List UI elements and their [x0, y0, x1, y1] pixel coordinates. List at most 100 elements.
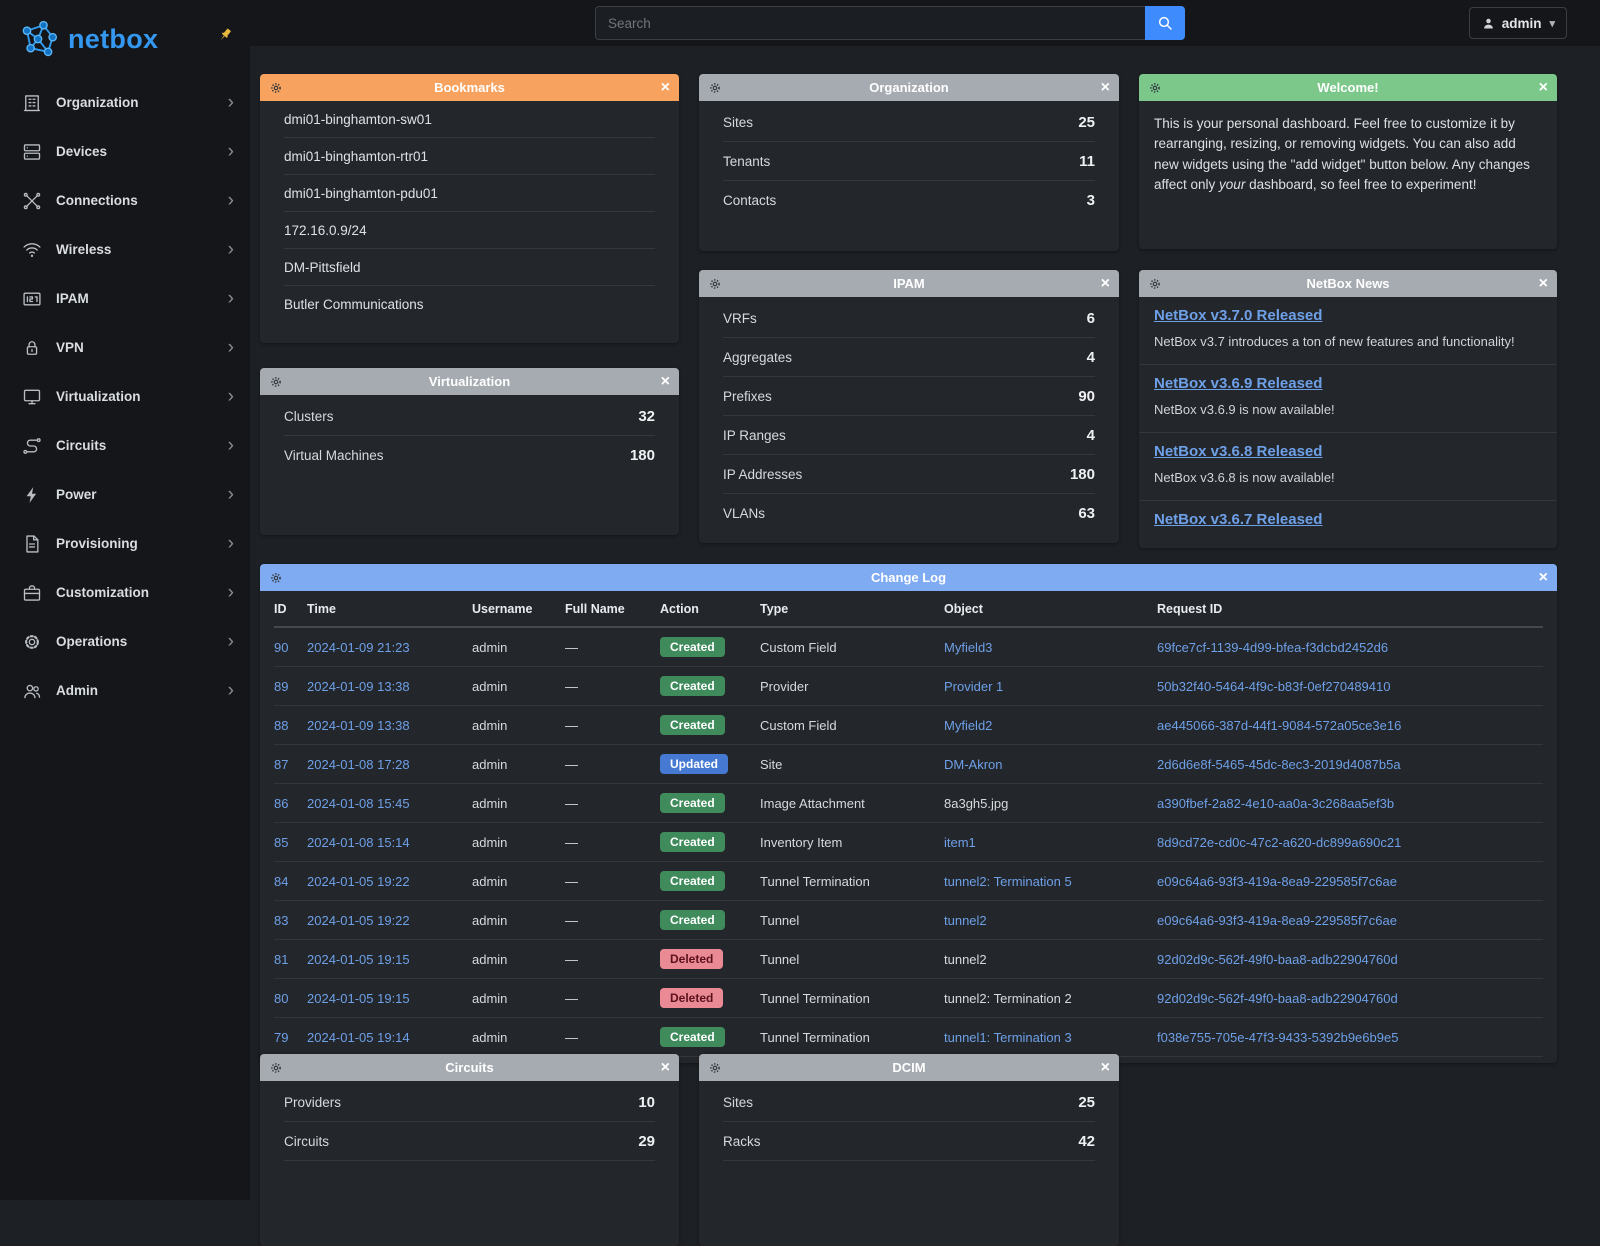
- sidebar-item-connections[interactable]: Connections ›: [0, 176, 250, 225]
- stat-value[interactable]: 25: [1078, 1094, 1095, 1111]
- stat-value[interactable]: 6: [1087, 310, 1095, 327]
- widget-close-icon[interactable]: ×: [1092, 80, 1110, 96]
- stat-value[interactable]: 29: [638, 1133, 655, 1150]
- changelog-request-id-link[interactable]: 92d02d9c-562f-49f0-baa8-adb22904760d: [1157, 952, 1398, 967]
- changelog-id-link[interactable]: 88: [274, 718, 288, 733]
- changelog-object-link[interactable]: tunnel1: Termination 3: [944, 1030, 1072, 1045]
- stat-value[interactable]: 32: [638, 408, 655, 425]
- widget-close-icon[interactable]: ×: [1530, 276, 1548, 292]
- widget-config-icon[interactable]: [269, 375, 287, 389]
- changelog-request-id-link[interactable]: 2d6d6e8f-5465-45dc-8ec3-2019d4087b5a: [1157, 757, 1401, 772]
- stat-value[interactable]: 4: [1087, 349, 1095, 366]
- stat-value[interactable]: 3: [1087, 192, 1095, 209]
- sidebar-pin-icon[interactable]: [216, 26, 234, 44]
- changelog-request-id-link[interactable]: f038e755-705e-47f3-9433-5392b9e6b9e5: [1157, 1030, 1398, 1045]
- stat-value[interactable]: 63: [1078, 505, 1095, 522]
- news-link[interactable]: NetBox v3.6.9 Released: [1154, 375, 1322, 392]
- changelog-object-link[interactable]: tunnel2: [944, 913, 987, 928]
- bookmark-link[interactable]: Butler Communications: [284, 297, 424, 312]
- stat-value[interactable]: 180: [1070, 466, 1095, 483]
- user-menu-button[interactable]: admin ▾: [1469, 7, 1567, 39]
- changelog-request-id-link[interactable]: e09c64a6-93f3-419a-8ea9-229585f7c6ae: [1157, 913, 1397, 928]
- bookmark-link[interactable]: dmi01-binghamton-rtr01: [284, 149, 428, 164]
- widget-close-icon[interactable]: ×: [1530, 570, 1548, 586]
- widget-close-icon[interactable]: ×: [1092, 276, 1110, 292]
- sidebar-item-provisioning[interactable]: Provisioning ›: [0, 519, 250, 568]
- sidebar-item-vpn[interactable]: VPN ›: [0, 323, 250, 372]
- changelog-time-link[interactable]: 2024-01-08 15:45: [307, 796, 410, 811]
- changelog-request-id-link[interactable]: 8d9cd72e-cd0c-47c2-a620-dc899a690c21: [1157, 835, 1401, 850]
- bookmark-link[interactable]: dmi01-binghamton-sw01: [284, 112, 432, 127]
- changelog-object-link[interactable]: DM-Akron: [944, 757, 1003, 772]
- changelog-object-link[interactable]: tunnel2: Termination 5: [944, 874, 1072, 889]
- changelog-object-link[interactable]: Provider 1: [944, 679, 1003, 694]
- changelog-object-link[interactable]: Myfield2: [944, 718, 992, 733]
- brand[interactable]: netbox: [0, 0, 250, 78]
- stat-value[interactable]: 10: [638, 1094, 655, 1111]
- changelog-object-link[interactable]: item1: [944, 835, 976, 850]
- widget-config-icon[interactable]: [269, 571, 287, 585]
- widget-close-icon[interactable]: ×: [1530, 80, 1548, 96]
- changelog-time-link[interactable]: 2024-01-09 21:23: [307, 640, 410, 655]
- changelog-object-link[interactable]: Myfield3: [944, 640, 992, 655]
- changelog-time-link[interactable]: 2024-01-05 19:22: [307, 874, 410, 889]
- sidebar-item-power[interactable]: Power ›: [0, 470, 250, 519]
- news-link[interactable]: NetBox v3.6.7 Released: [1154, 511, 1322, 528]
- bookmark-link[interactable]: DM-Pittsfield: [284, 260, 361, 275]
- changelog-request-id-link[interactable]: 69fce7cf-1139-4d99-bfea-f3dcbd2452d6: [1157, 640, 1388, 655]
- changelog-id-link[interactable]: 83: [274, 913, 288, 928]
- changelog-time-link[interactable]: 2024-01-09 13:38: [307, 679, 410, 694]
- changelog-time-link[interactable]: 2024-01-05 19:15: [307, 952, 410, 967]
- bookmark-link[interactable]: dmi01-binghamton-pdu01: [284, 186, 438, 201]
- changelog-request-id-link[interactable]: a390fbef-2a82-4e10-aa0a-3c268aa5ef3b: [1157, 796, 1394, 811]
- widget-config-icon[interactable]: [708, 81, 726, 95]
- search-button[interactable]: [1145, 6, 1185, 40]
- stat-value[interactable]: 11: [1079, 153, 1095, 170]
- changelog-time-link[interactable]: 2024-01-08 17:28: [307, 757, 410, 772]
- changelog-time-link[interactable]: 2024-01-05 19:14: [307, 1030, 410, 1045]
- news-link[interactable]: NetBox v3.6.8 Released: [1154, 443, 1322, 460]
- widget-config-icon[interactable]: [269, 1061, 287, 1075]
- changelog-id-link[interactable]: 90: [274, 640, 288, 655]
- changelog-request-id-link[interactable]: 50b32f40-5464-4f9c-b83f-0ef270489410: [1157, 679, 1390, 694]
- sidebar-item-operations[interactable]: Operations ›: [0, 617, 250, 666]
- widget-config-icon[interactable]: [1148, 81, 1166, 95]
- widget-config-icon[interactable]: [708, 1061, 726, 1075]
- changelog-id-link[interactable]: 86: [274, 796, 288, 811]
- stat-value[interactable]: 4: [1087, 427, 1095, 444]
- changelog-request-id-link[interactable]: e09c64a6-93f3-419a-8ea9-229585f7c6ae: [1157, 874, 1397, 889]
- widget-close-icon[interactable]: ×: [652, 80, 670, 96]
- stat-value[interactable]: 25: [1078, 114, 1095, 131]
- widget-close-icon[interactable]: ×: [1092, 1060, 1110, 1076]
- changelog-time-link[interactable]: 2024-01-05 19:15: [307, 991, 410, 1006]
- changelog-request-id-link[interactable]: ae445066-387d-44f1-9084-572a05ce3e16: [1157, 718, 1401, 733]
- changelog-id-link[interactable]: 80: [274, 991, 288, 1006]
- widget-config-icon[interactable]: [708, 277, 726, 291]
- news-link[interactable]: NetBox v3.7.0 Released: [1154, 307, 1322, 324]
- bookmark-link[interactable]: 172.16.0.9/24: [284, 223, 367, 238]
- stat-value[interactable]: 90: [1078, 388, 1095, 405]
- sidebar-item-virtualization[interactable]: Virtualization ›: [0, 372, 250, 421]
- sidebar-item-devices[interactable]: Devices ›: [0, 127, 250, 176]
- widget-config-icon[interactable]: [1148, 277, 1166, 291]
- widget-close-icon[interactable]: ×: [652, 374, 670, 390]
- changelog-time-link[interactable]: 2024-01-05 19:22: [307, 913, 410, 928]
- stat-value[interactable]: 180: [630, 447, 655, 464]
- widget-config-icon[interactable]: [269, 81, 287, 95]
- changelog-request-id-link[interactable]: 92d02d9c-562f-49f0-baa8-adb22904760d: [1157, 991, 1398, 1006]
- changelog-id-link[interactable]: 79: [274, 1030, 288, 1045]
- stat-value[interactable]: 42: [1078, 1133, 1095, 1150]
- changelog-id-link[interactable]: 89: [274, 679, 288, 694]
- changelog-time-link[interactable]: 2024-01-08 15:14: [307, 835, 410, 850]
- sidebar-item-ipam[interactable]: IPAM ›: [0, 274, 250, 323]
- sidebar-item-customization[interactable]: Customization ›: [0, 568, 250, 617]
- changelog-id-link[interactable]: 87: [274, 757, 288, 772]
- sidebar-item-circuits[interactable]: Circuits ›: [0, 421, 250, 470]
- widget-close-icon[interactable]: ×: [652, 1060, 670, 1076]
- search-input[interactable]: [595, 6, 1145, 40]
- sidebar-item-wireless[interactable]: Wireless ›: [0, 225, 250, 274]
- changelog-time-link[interactable]: 2024-01-09 13:38: [307, 718, 410, 733]
- changelog-id-link[interactable]: 85: [274, 835, 288, 850]
- sidebar-item-admin[interactable]: Admin ›: [0, 666, 250, 715]
- changelog-id-link[interactable]: 84: [274, 874, 288, 889]
